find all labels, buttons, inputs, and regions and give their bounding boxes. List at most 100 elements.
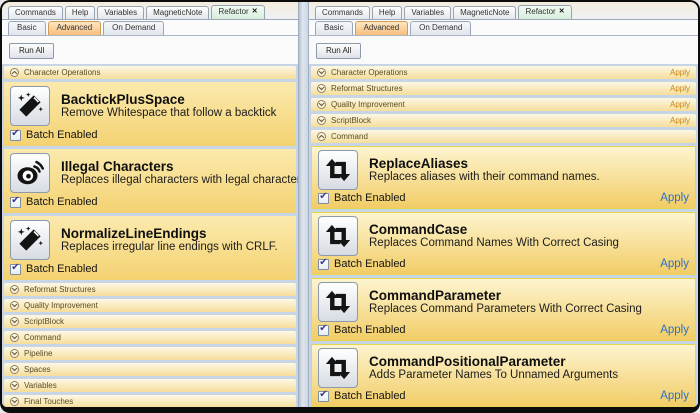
section-header-scriptblock[interactable]: ScriptBlock Apply: [311, 114, 696, 127]
section-header-command[interactable]: Command: [4, 331, 296, 344]
panel-container: Commands Help Variables MagneticNote Ref…: [2, 2, 698, 407]
left-tab-bar: Commands Help Variables MagneticNote Ref…: [2, 2, 298, 20]
subtab-on-demand[interactable]: On Demand: [410, 21, 471, 35]
section-header-spaces[interactable]: Spaces: [4, 363, 296, 376]
section-header-reformat-structures[interactable]: Reformat Structures Apply: [311, 82, 696, 95]
checkbox-label: Batch Enabled: [334, 192, 406, 204]
batch-enabled-checkbox[interactable]: ✔ Batch Enabled: [318, 192, 406, 204]
apply-link[interactable]: Apply: [660, 192, 689, 204]
checkbox-label: Batch Enabled: [26, 196, 98, 208]
item-text: BacktickPlusSpace Remove Whitespace that…: [61, 92, 276, 120]
chevron-down-icon: [10, 397, 19, 406]
run-refactor-button[interactable]: [318, 282, 358, 322]
checkbox-checked-icon: ✔: [10, 197, 21, 208]
chevron-down-icon: [317, 116, 326, 125]
run-refactor-button[interactable]: [10, 86, 50, 126]
checkbox-checked-icon: ✔: [10, 264, 21, 275]
section-header-variables[interactable]: Variables: [4, 379, 296, 392]
subtab-advanced[interactable]: Advanced: [48, 21, 102, 35]
section-title: Variables: [24, 381, 57, 390]
subtab-basic[interactable]: Basic: [8, 21, 46, 35]
section-title: Character Operations: [24, 68, 100, 77]
run-refactor-button[interactable]: [318, 216, 358, 256]
tab-commands[interactable]: Commands: [315, 6, 370, 19]
loop-arrows-icon: [324, 222, 352, 250]
checkbox-label: Batch Enabled: [334, 390, 406, 402]
section-header-character-operations[interactable]: Character Operations: [4, 66, 296, 79]
tab-refactor[interactable]: Refactor ✕: [518, 5, 571, 19]
panel-splitter[interactable]: [298, 2, 309, 407]
left-subtab-bar: Basic Advanced On Demand: [2, 20, 298, 36]
tab-help[interactable]: Help: [372, 6, 402, 19]
section-header-reformat-structures[interactable]: Reformat Structures: [4, 283, 296, 296]
batch-enabled-checkbox[interactable]: ✔ Batch Enabled: [318, 258, 406, 270]
close-icon[interactable]: ✕: [559, 7, 565, 17]
chevron-down-icon: [10, 285, 19, 294]
chevron-down-icon: [317, 68, 326, 77]
batch-enabled-checkbox[interactable]: ✔ Batch Enabled: [318, 324, 406, 336]
section-header-quality-improvement[interactable]: Quality Improvement Apply: [311, 98, 696, 111]
batch-enabled-checkbox[interactable]: ✔ Batch Enabled: [10, 129, 290, 141]
tab-magneticnote[interactable]: MagneticNote: [453, 6, 516, 19]
apply-link[interactable]: Apply: [660, 258, 689, 270]
subtab-advanced[interactable]: Advanced: [355, 21, 409, 35]
batch-enabled-checkbox[interactable]: ✔ Batch Enabled: [10, 263, 290, 275]
left-panel: Commands Help Variables MagneticNote Ref…: [2, 2, 298, 407]
checkbox-checked-icon: ✔: [318, 193, 329, 204]
section-header-character-operations[interactable]: Character Operations Apply: [311, 66, 696, 79]
item-main: CommandParameter Replaces Command Parame…: [318, 282, 689, 322]
tab-refactor[interactable]: Refactor ✕: [211, 5, 264, 19]
checkbox-label: Batch Enabled: [26, 129, 98, 141]
section-title: Character Operations: [331, 68, 407, 77]
chevron-down-icon: [10, 333, 19, 342]
chevron-up-icon: [317, 132, 326, 141]
run-refactor-button[interactable]: [318, 348, 358, 388]
run-all-button[interactable]: Run All: [9, 43, 54, 59]
apply-link[interactable]: Apply: [660, 324, 689, 336]
batch-enabled-checkbox[interactable]: ✔ Batch Enabled: [10, 196, 290, 208]
section-header-quality-improvement[interactable]: Quality Improvement: [4, 299, 296, 312]
tab-variables[interactable]: Variables: [404, 6, 451, 19]
tab-magneticnote[interactable]: MagneticNote: [146, 6, 209, 19]
run-refactor-button[interactable]: [10, 220, 50, 260]
subtab-label: Basic: [17, 23, 37, 32]
run-refactor-button[interactable]: [10, 153, 50, 193]
tab-label: MagneticNote: [460, 8, 509, 18]
magic-wand-icon: [15, 225, 45, 255]
apply-link[interactable]: Apply: [670, 68, 690, 77]
loop-arrows-icon: [324, 288, 352, 316]
chevron-up-icon: [10, 68, 19, 77]
subtab-basic[interactable]: Basic: [315, 21, 353, 35]
refactor-window: Commands Help Variables MagneticNote Ref…: [0, 0, 700, 413]
subtab-on-demand[interactable]: On Demand: [103, 21, 164, 35]
checkbox-checked-icon: ✔: [10, 130, 21, 141]
tab-commands[interactable]: Commands: [8, 6, 63, 19]
tab-label: Variables: [104, 8, 137, 18]
refactor-item-normalizelineendings: NormalizeLineEndings Replaces irregular …: [4, 216, 296, 280]
section-header-final-touches[interactable]: Final Touches: [4, 395, 296, 407]
apply-link[interactable]: Apply: [670, 116, 690, 125]
apply-link[interactable]: Apply: [670, 100, 690, 109]
item-description: Replaces Command Parameters With Correct…: [369, 303, 642, 316]
item-main: Illegal Characters Replaces illegal char…: [10, 153, 290, 193]
section-title: Command: [331, 132, 368, 141]
tab-help[interactable]: Help: [65, 6, 95, 19]
tab-variables[interactable]: Variables: [97, 6, 144, 19]
close-icon[interactable]: ✕: [252, 7, 258, 17]
apply-link[interactable]: Apply: [660, 390, 689, 402]
section-header-command[interactable]: Command: [311, 130, 696, 143]
chevron-down-icon: [10, 365, 19, 374]
section-title: Command: [24, 333, 61, 342]
refactor-item-commandparameter: CommandParameter Replaces Command Parame…: [311, 278, 696, 341]
checkbox-label: Batch Enabled: [26, 263, 98, 275]
subtab-label: Advanced: [57, 23, 93, 32]
batch-enabled-checkbox[interactable]: ✔ Batch Enabled: [318, 390, 406, 402]
item-title: NormalizeLineEndings: [61, 226, 278, 241]
section-header-scriptblock[interactable]: ScriptBlock: [4, 315, 296, 328]
run-refactor-button[interactable]: [318, 150, 358, 190]
run-all-button[interactable]: Run All: [316, 43, 361, 59]
tab-label: Commands: [322, 8, 363, 18]
section-header-pipeline[interactable]: Pipeline: [4, 347, 296, 360]
section-title: Reformat Structures: [331, 84, 403, 93]
apply-link[interactable]: Apply: [670, 84, 690, 93]
